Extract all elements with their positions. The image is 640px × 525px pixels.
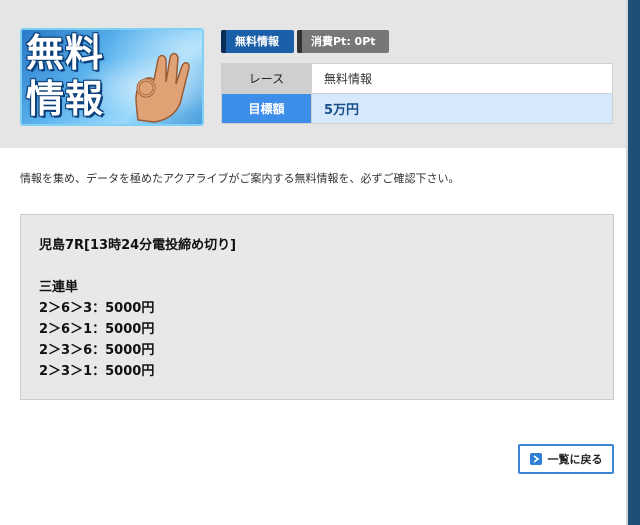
prediction-box: 児島7R[13時24分電投締め切り] 三連単 2＞6＞3：5000円 2＞6＞1… <box>20 214 614 400</box>
target-amount-value: 5万円 <box>311 93 613 124</box>
bet-line: 2＞6＞1：5000円 <box>39 322 155 337</box>
info-table: レース 無料情報 目標額 5万円 <box>221 63 613 124</box>
free-info-tag: 無料情報 <box>221 30 294 53</box>
ok-hand-icon <box>135 52 190 123</box>
bet-type: 三連単 <box>39 280 79 295</box>
tag-accent-bar <box>297 30 302 53</box>
banner-text-line2: 情報 <box>26 77 105 121</box>
detail-window: 無料 情報 無料情報 消費Pt: 0Pt レース 無料情報 目標額 5万円 情報… <box>0 0 628 525</box>
back-to-list-button[interactable]: 一覧に戻る <box>518 444 614 474</box>
points-consumed-tag: 消費Pt: 0Pt <box>297 30 389 53</box>
header-area: 無料 情報 無料情報 消費Pt: 0Pt レース 無料情報 目標額 5万円 <box>0 0 626 148</box>
free-info-banner: 無料 情報 <box>20 28 204 126</box>
intro-text: 情報を集め、データを極めたアクアライブがご案内する無料情報を、必ずご確認下さい。 <box>20 172 460 185</box>
race-value: 無料情報 <box>311 63 613 94</box>
back-to-list-label: 一覧に戻る <box>547 453 603 466</box>
info-row-race: レース 無料情報 <box>221 63 613 94</box>
tag-accent-bar <box>221 30 226 53</box>
info-row-target: 目標額 5万円 <box>221 93 613 124</box>
bet-line: 2＞6＞3：5000円 <box>39 301 155 316</box>
free-info-tag-label: 無料情報 <box>235 35 279 48</box>
bet-line: 2＞3＞6：5000円 <box>39 343 155 358</box>
points-consumed-label: 消費Pt: 0Pt <box>311 35 376 48</box>
bet-line: 2＞3＞1：5000円 <box>39 364 155 379</box>
chevron-right-icon <box>529 453 542 465</box>
target-amount-label: 目標額 <box>221 93 312 124</box>
race-title: 児島7R[13時24分電投締め切り] <box>39 238 237 253</box>
race-label: レース <box>221 63 312 94</box>
banner-text-line1: 無料 <box>26 31 105 75</box>
